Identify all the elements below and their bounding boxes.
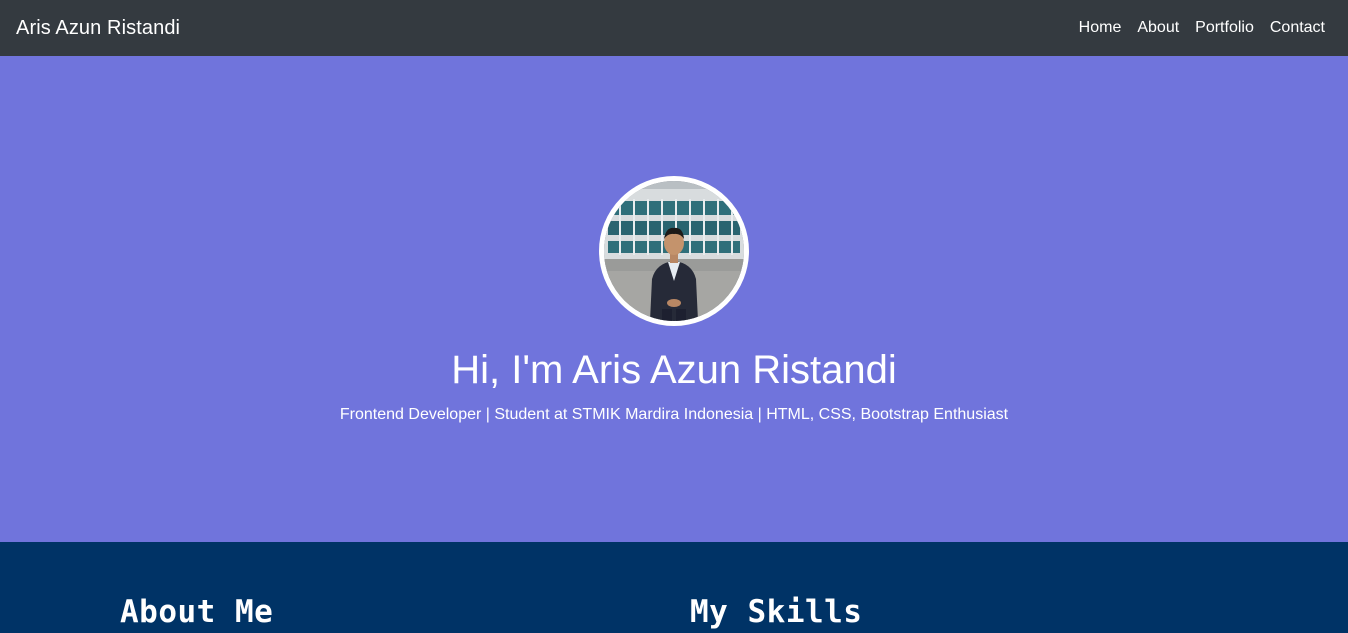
about-section: About Me My Skills: [0, 542, 1348, 633]
profile-photo-icon: [604, 181, 744, 321]
hero-section: Hi, I'm Aris Azun Ristandi Frontend Deve…: [0, 56, 1348, 542]
skills-heading: My Skills: [690, 594, 863, 630]
nav-link-portfolio[interactable]: Portfolio: [1195, 19, 1254, 37]
top-navbar: Aris Azun Ristandi Home About Portfolio …: [0, 0, 1348, 56]
about-heading: About Me: [120, 594, 274, 630]
profile-avatar: [599, 176, 749, 326]
nav-link-contact[interactable]: Contact: [1270, 19, 1325, 37]
hero-title: Hi, I'm Aris Azun Ristandi: [451, 348, 897, 392]
nav-link-about[interactable]: About: [1137, 19, 1179, 37]
nav-link-home[interactable]: Home: [1079, 19, 1122, 37]
navbar-brand[interactable]: Aris Azun Ristandi: [16, 17, 180, 40]
nav-links: Home About Portfolio Contact: [1079, 19, 1325, 37]
hero-subtitle: Frontend Developer | Student at STMIK Ma…: [339, 406, 1009, 423]
